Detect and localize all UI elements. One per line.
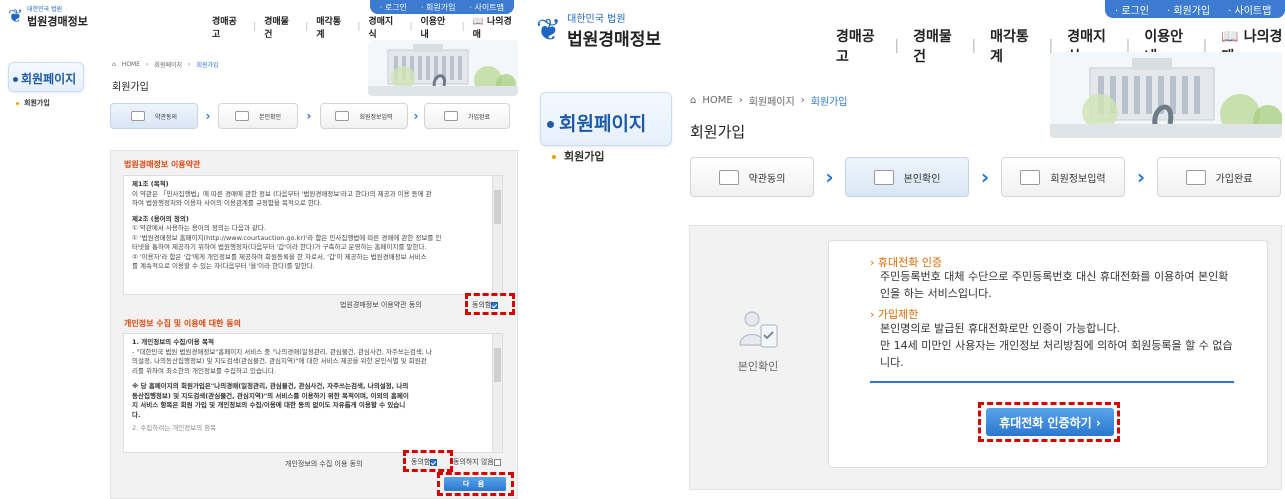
terms-heading: 법원경매정보 이용약관 xyxy=(124,160,201,169)
lnb-title[interactable]: 회원페이지 xyxy=(559,113,646,135)
form-icon xyxy=(1020,169,1041,185)
gnb-item-my[interactable]: 📖 나의경매 xyxy=(473,14,520,40)
global-nav: 경매공고| 경매물건| 매각통계| 경매지식| 이용안내| 📖 나의경매 xyxy=(212,14,520,40)
bullet-icon xyxy=(552,155,556,159)
step-arrow-icon: › xyxy=(413,109,419,123)
building-illustration xyxy=(368,40,518,96)
highlight-box xyxy=(437,472,514,496)
document-icon xyxy=(130,111,145,121)
gnb-item-stats[interactable]: 매각통계 xyxy=(316,14,349,40)
step-indicator: 약관동의 › 본인확인 › 회원정보입력 › 가입완료 xyxy=(690,157,1281,197)
gnb-item-knowledge[interactable]: 경매지식 xyxy=(368,14,401,40)
phone-cert-desc: 주민등록번호 대체 수단으로 주민등록번호 대신 휴대전화를 이용하여 본인확 … xyxy=(880,270,1229,300)
dot-icon xyxy=(547,121,554,128)
step-complete: 가입완료 xyxy=(1157,157,1281,197)
gnb-item-guide[interactable]: 이용안내 xyxy=(421,14,454,40)
book-icon: 📖 xyxy=(472,17,484,27)
monitor-icon xyxy=(1185,169,1206,185)
divider xyxy=(870,381,1234,383)
court-logo-icon: ❦ xyxy=(8,6,24,27)
monitor-icon xyxy=(443,111,458,121)
page-title: 회원가입 xyxy=(690,123,746,141)
bullet-icon xyxy=(16,101,19,105)
sitemap-link[interactable]: · 사이트맵 xyxy=(469,2,504,13)
people-icon xyxy=(873,169,894,185)
lnb-title[interactable]: 회원페이지 xyxy=(21,72,76,86)
login-link[interactable]: · 로그인 xyxy=(380,2,407,13)
terms-scrollbar[interactable] xyxy=(492,176,502,294)
limit-desc: 본인명의로 발급된 휴대전화로만 인증이 가능합니다. 만 14세 미만인 사용… xyxy=(880,322,1233,369)
gnb-item-items[interactable]: 경매물건 xyxy=(264,14,297,40)
document-icon xyxy=(718,169,739,185)
gnb-item-notice[interactable]: 경매공고 xyxy=(836,26,880,66)
join-link[interactable]: · 회원가입 xyxy=(1167,2,1210,17)
step-terms: 약관동의 xyxy=(110,103,198,129)
cert-area: 본인확인 xyxy=(718,305,798,374)
people-icon xyxy=(234,111,249,121)
gnb-item-stats[interactable]: 매각통계 xyxy=(990,26,1034,66)
home-icon: ⌂ xyxy=(690,95,697,106)
utility-bar: · 로그인 · 회원가입 · 사이트맵 xyxy=(1105,0,1285,18)
cert-label: 본인확인 xyxy=(737,360,779,373)
form-icon xyxy=(335,111,350,121)
step-identity: 본인확인 xyxy=(218,103,298,129)
step-info: 회원정보입력 xyxy=(1001,157,1125,197)
terms-agree-label: 법원경매정보 이용약관 동의 xyxy=(340,301,422,309)
step-complete: 가입완료 xyxy=(424,103,510,129)
book-icon: 📖 xyxy=(1221,29,1239,45)
step-arrow-icon: › xyxy=(306,109,312,123)
join-link[interactable]: · 회원가입 xyxy=(421,2,456,13)
privacy-agree-label: 개인정보의 수집 이용 동의 xyxy=(285,460,363,468)
login-link[interactable]: · 로그인 xyxy=(1115,2,1149,17)
breadcrumb: ⌂ HOME › 회원페이지 › 회원가입 xyxy=(112,61,219,69)
panel-divider xyxy=(520,0,528,499)
certification-icon xyxy=(739,311,778,348)
breadcrumb: ⌂ HOME › 회원페이지 › 회원가입 xyxy=(690,95,848,108)
highlight-box xyxy=(403,450,453,472)
home-icon: ⌂ xyxy=(112,61,116,68)
site-logo[interactable]: ❦ 대한민국 법원 법원경매정보 xyxy=(536,10,661,51)
privacy-scrollbar[interactable] xyxy=(492,334,502,452)
right-screenshot-panel: · 로그인 · 회원가입 · 사이트맵 ❦ 대한민국 법원 법원경매정보 경매공… xyxy=(528,0,1285,499)
highlight-box xyxy=(465,293,515,315)
terms-textbox[interactable]: 제1조 (목적) 이 약관은 「민사집행법」에 따른 경매에 관한 정보 (다음… xyxy=(123,175,503,295)
step-arrow-icon: › xyxy=(980,165,990,189)
privacy-heading: 개인정보 수집 및 이용에 대한 동의 xyxy=(124,319,241,328)
page-title: 회원가입 xyxy=(112,82,149,93)
sitemap-link[interactable]: · 사이트맵 xyxy=(1228,2,1271,17)
step-indicator: 약관동의 › 본인확인 › 회원정보입력 › 가입완료 xyxy=(110,103,510,129)
left-screenshot-panel: · 로그인 · 회원가입 · 사이트맵 ❦ 대한민국 법원 법원경매정보 경매공… xyxy=(0,0,520,499)
dot-icon xyxy=(13,77,18,82)
checkbox-icon xyxy=(493,458,501,466)
privacy-disagree-radio[interactable]: 동의하지 않음 xyxy=(453,457,501,467)
step-info: 회원정보입력 xyxy=(320,103,408,129)
side-nav-box: 회원페이지 xyxy=(540,92,672,146)
gnb-item-notice[interactable]: 경매공고 xyxy=(212,14,245,40)
side-nav-box: 회원페이지 xyxy=(8,62,84,92)
utility-bar: · 로그인 · 회원가입 · 사이트맵 xyxy=(369,0,514,14)
step-arrow-icon: › xyxy=(205,109,211,123)
step-arrow-icon: › xyxy=(1136,165,1146,189)
privacy-textbox[interactable]: 1. 개인정보의 수집/이용 목적 - "대한민국 법원 법원경매정보"홈페이지… xyxy=(123,333,503,453)
step-terms: 약관동의 xyxy=(690,157,814,197)
step-arrow-icon: › xyxy=(825,165,834,189)
gnb-item-items[interactable]: 경매물건 xyxy=(913,26,957,66)
step-identity: 본인확인 xyxy=(845,157,969,197)
building-illustration xyxy=(1050,52,1282,138)
court-logo-icon: ❦ xyxy=(536,12,562,48)
site-logo[interactable]: ❦ 대한민국 법원 법원경매정보 xyxy=(8,4,88,29)
highlight-box xyxy=(978,402,1120,442)
lnb-item-join[interactable]: 회원가입 xyxy=(552,148,604,164)
lnb-item-join[interactable]: 회원가입 xyxy=(16,98,50,108)
